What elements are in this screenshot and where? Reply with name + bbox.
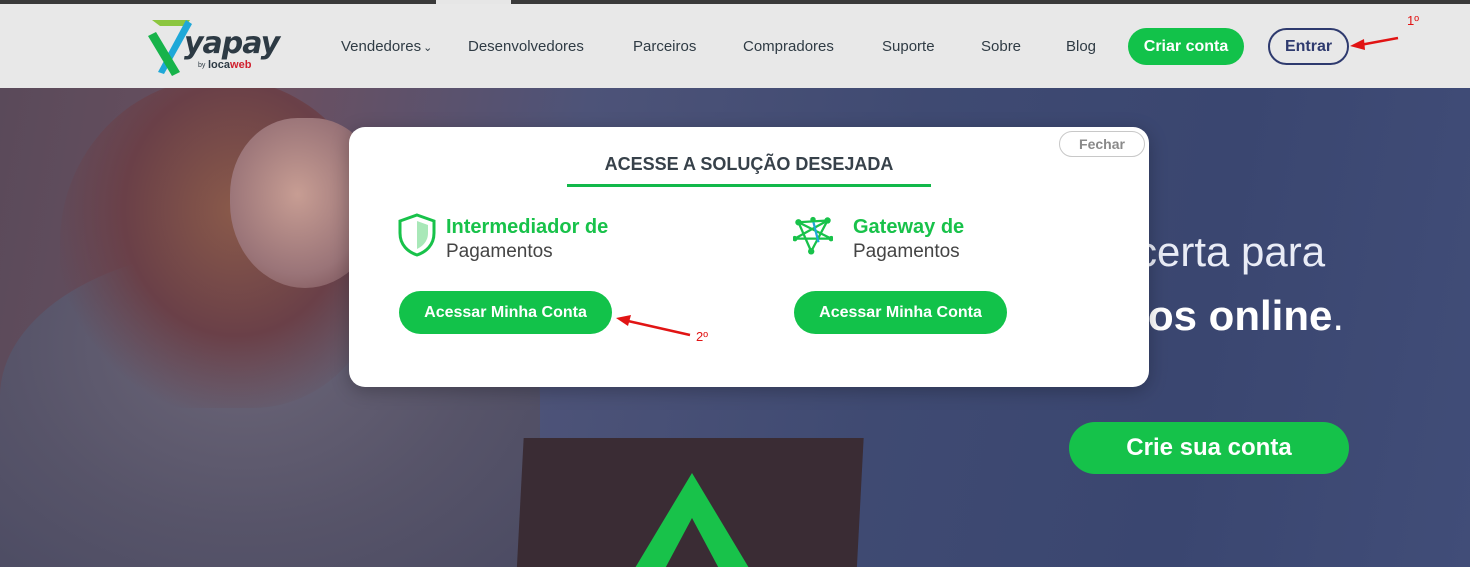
annotation-step-2: 2º xyxy=(696,329,708,344)
annotation-step-1: 1º xyxy=(1407,13,1419,28)
site-header: yapay by locaweb Vendedores ⌄ Desenvolved… xyxy=(0,4,1470,88)
nav-blog[interactable]: Blog xyxy=(1066,38,1096,55)
solution-intermediador-subtitle: Pagamentos xyxy=(446,241,553,262)
nav-suporte[interactable]: Suporte xyxy=(882,38,935,55)
nav-sobre[interactable]: Sobre xyxy=(981,38,1021,55)
acessar-intermediador-button[interactable]: Acessar Minha Conta xyxy=(399,291,612,334)
acessar-gateway-button[interactable]: Acessar Minha Conta xyxy=(794,291,1007,334)
nav-parceiros[interactable]: Parceiros xyxy=(633,38,696,55)
nav-vendedores[interactable]: Vendedores ⌄ xyxy=(341,38,432,55)
title-underline xyxy=(567,184,931,187)
hero-headline-line2: os online. xyxy=(1148,292,1345,339)
criar-conta-button[interactable]: Criar conta xyxy=(1128,28,1244,65)
solution-gateway-subtitle: Pagamentos xyxy=(853,241,960,262)
nav-desenvolvedores[interactable]: Desenvolvedores xyxy=(468,38,584,55)
logo-wordmark: yapay xyxy=(184,26,280,61)
solution-gateway-title: Gateway de xyxy=(853,216,965,238)
modal-title: ACESSE A SOLUÇÃO DESEJADA xyxy=(604,154,894,174)
entrar-button[interactable]: Entrar xyxy=(1268,28,1349,65)
chevron-down-icon: ⌄ xyxy=(423,42,433,54)
laptop-logo-cutout xyxy=(660,518,724,567)
hero-headline-line1: certa para xyxy=(1136,228,1326,275)
yapay-logo[interactable]: yapay by locaweb xyxy=(146,16,286,78)
network-icon xyxy=(793,216,833,255)
solution-modal: Fechar ACESSE A SOLUÇÃO DESEJADA Interme… xyxy=(349,127,1149,387)
shield-icon xyxy=(398,213,436,257)
nav-compradores[interactable]: Compradores xyxy=(743,38,834,55)
logo-brand: locaweb xyxy=(208,59,252,71)
logo-by: by xyxy=(198,62,206,69)
crie-sua-conta-button[interactable]: Crie sua conta xyxy=(1069,422,1349,474)
solution-intermediador-title: Intermediador de xyxy=(446,216,609,238)
